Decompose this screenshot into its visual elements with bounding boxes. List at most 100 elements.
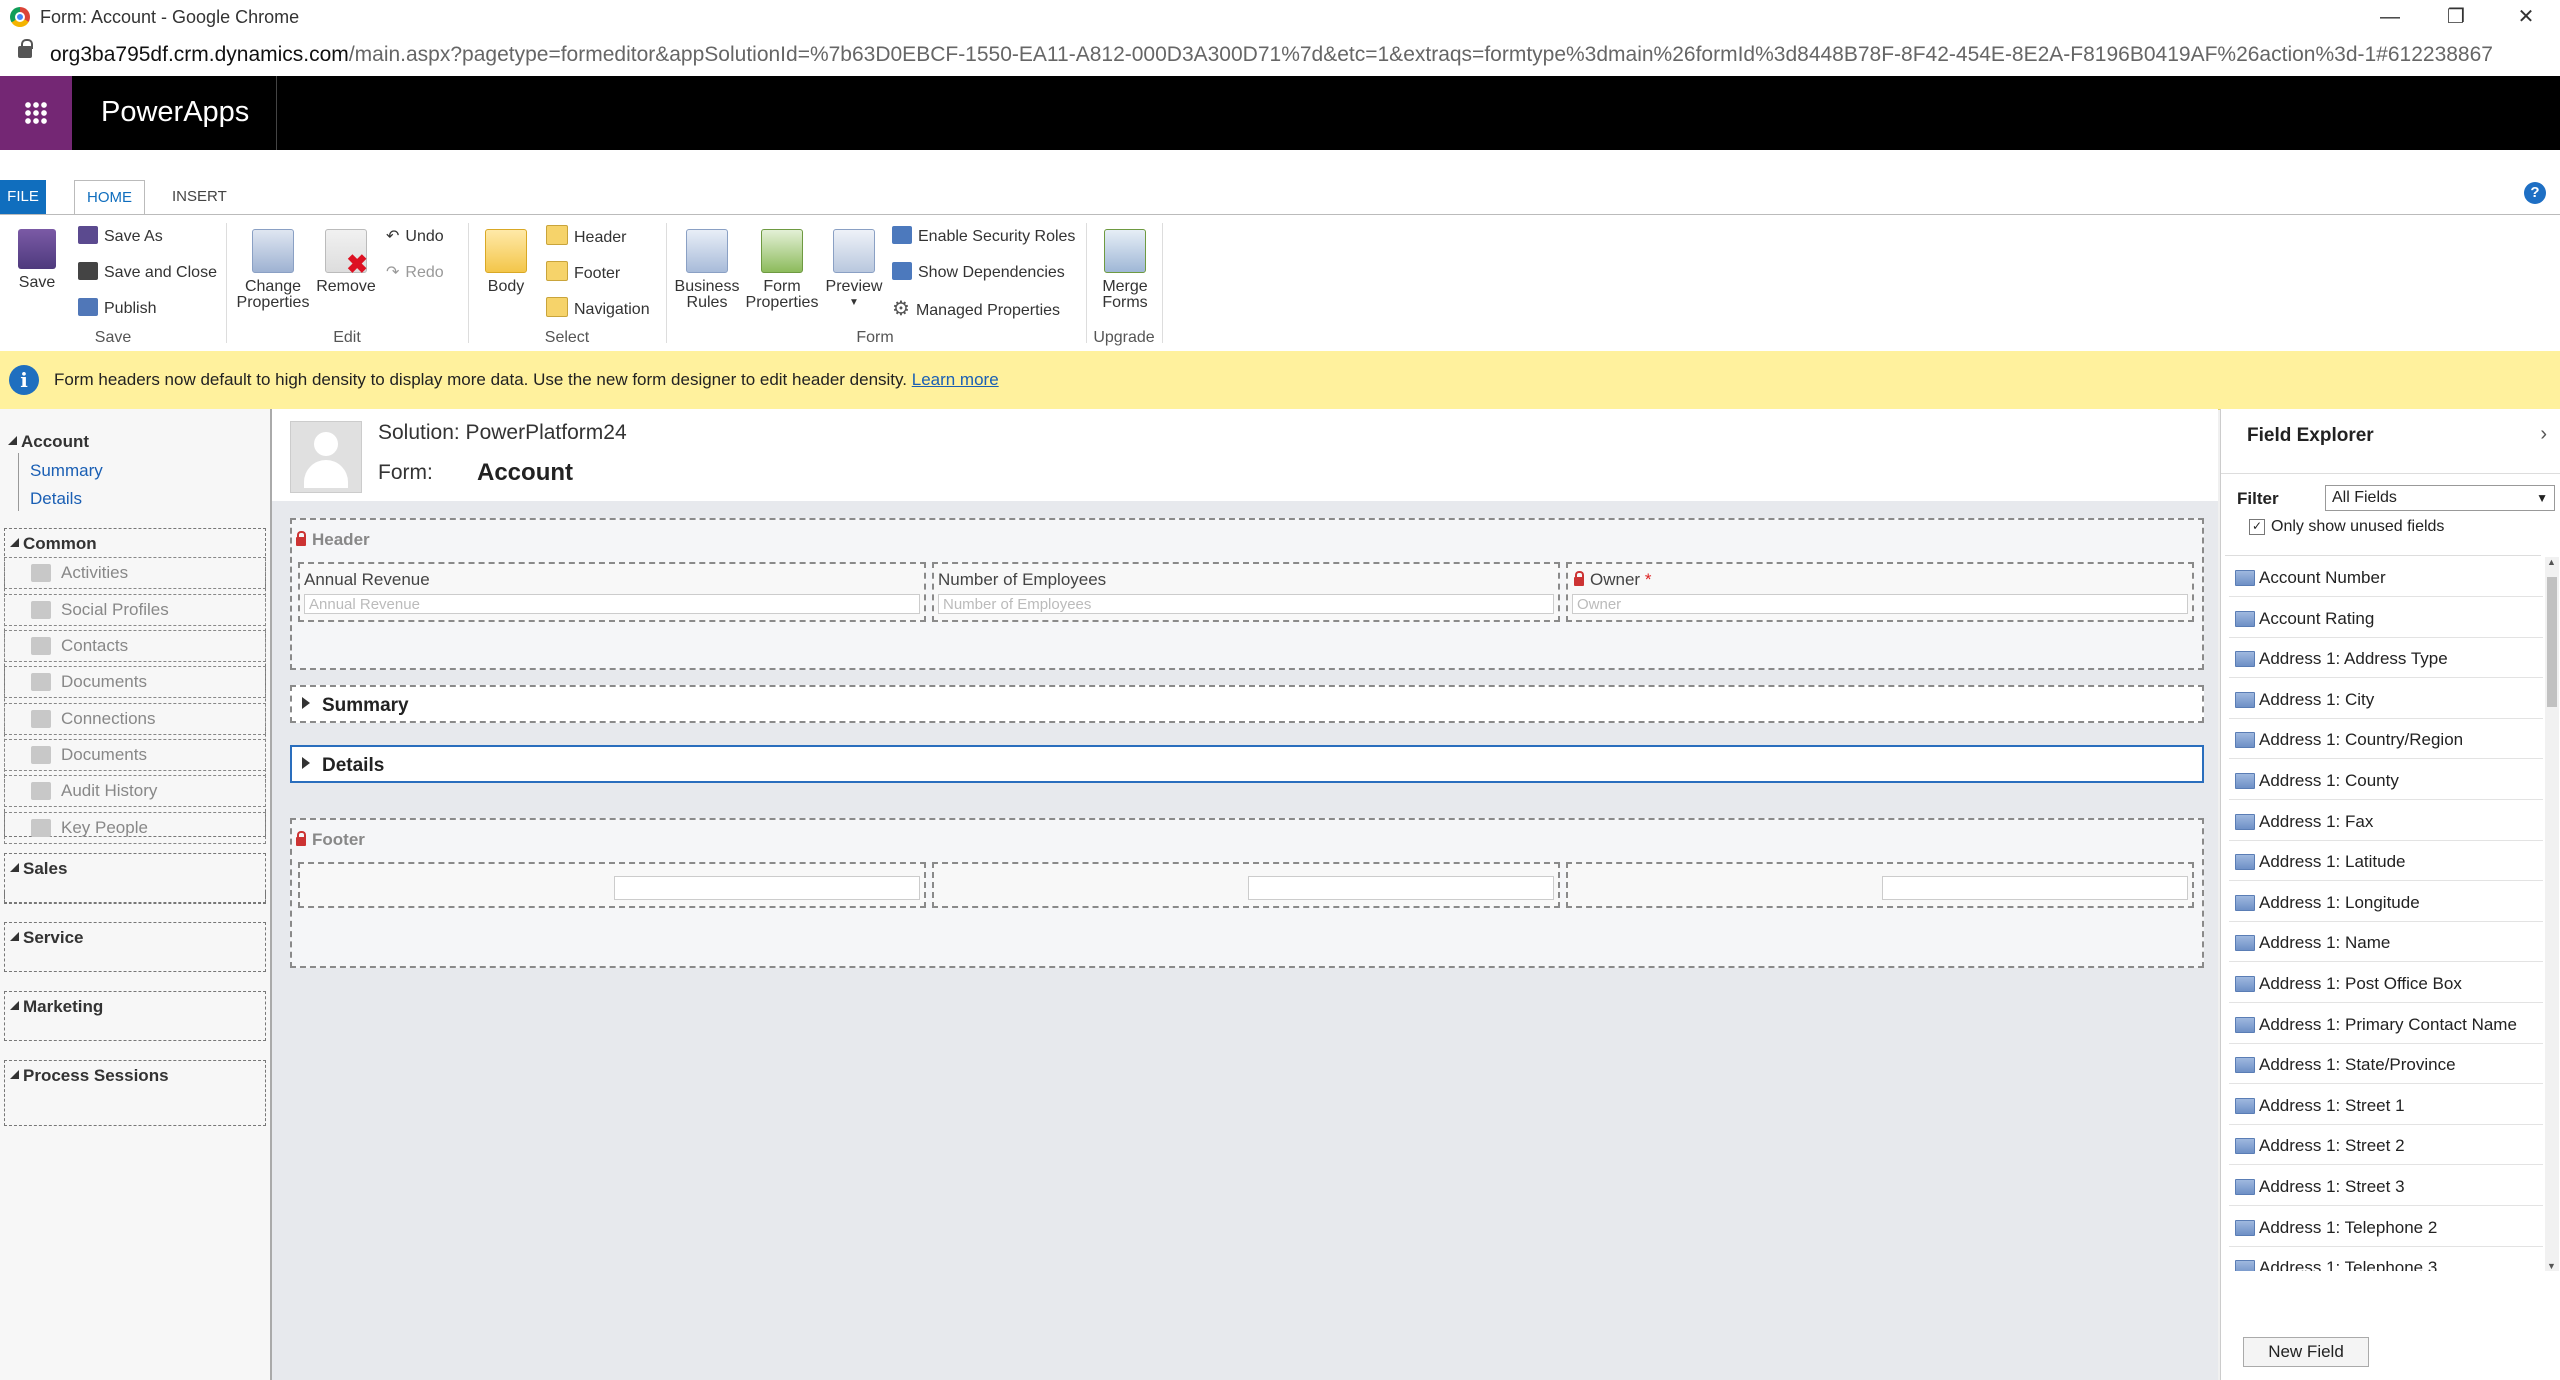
field-icon <box>2235 1219 2255 1236</box>
field-list-item[interactable]: Address 1: Street 3 <box>2229 1166 2543 1206</box>
field-list-item[interactable]: Address 1: State/Province <box>2229 1044 2543 1085</box>
app-launcher-button[interactable] <box>0 76 72 150</box>
nav-item-contacts[interactable]: Contacts <box>4 630 266 662</box>
nav-group-marketing-label: Marketing <box>10 997 103 1017</box>
form-info-header: Solution: PowerPlatform24 Form: Account <box>272 409 2218 501</box>
field-list-item[interactable]: Address 1: Post Office Box <box>2229 963 2543 1003</box>
preview-magnifier-icon <box>833 229 875 273</box>
new-field-button[interactable]: New Field <box>2243 1337 2369 1367</box>
field-list-item[interactable]: Address 1: Name <box>2229 922 2543 963</box>
form-properties-icon <box>761 229 803 273</box>
change-properties-button[interactable]: Change Properties <box>234 229 312 311</box>
upgrade-group-label: Upgrade <box>1093 329 1155 346</box>
field-list-item[interactable]: Address 1: City <box>2229 679 2543 719</box>
tab-file[interactable]: FILE <box>0 180 46 214</box>
undo-button[interactable]: ↶ Undo <box>386 225 444 249</box>
field-list-item[interactable]: Address 1: Street 2 <box>2229 1125 2543 1166</box>
navigation-button[interactable]: Navigation <box>546 297 650 321</box>
field-list-item[interactable]: Address 1: Longitude <box>2229 882 2543 922</box>
floppy-disk-icon <box>18 229 56 269</box>
nav-item-documents[interactable]: Documents <box>4 666 266 698</box>
nav-item-documents-2[interactable]: Documents <box>4 739 266 771</box>
scroll-up-icon[interactable]: ▲ <box>2547 557 2556 567</box>
security-roles-icon <box>892 226 912 244</box>
field-list-item[interactable]: Address 1: Primary Contact Name <box>2229 1004 2543 1044</box>
publish-button[interactable]: Publish <box>78 297 156 321</box>
url-text[interactable]: org3ba795df.crm.dynamics.com/main.aspx?p… <box>50 43 2493 67</box>
nav-link-details[interactable]: Details <box>30 489 82 509</box>
enable-security-roles-button[interactable]: Enable Security Roles <box>892 225 1075 249</box>
nav-item-activities[interactable]: Activities <box>4 557 266 589</box>
merge-forms-button[interactable]: Merge Forms <box>1094 229 1156 311</box>
lock-icon <box>1574 571 1584 586</box>
field-icon <box>2235 894 2255 911</box>
body-button[interactable]: Body <box>476 229 536 295</box>
nav-item-audit-history[interactable]: Audit History <box>4 775 266 807</box>
remove-button[interactable]: ✖ Remove <box>312 229 380 295</box>
chevron-right-icon[interactable]: › <box>2540 423 2547 446</box>
remove-icon: ✖ <box>325 229 368 277</box>
show-dependencies-button[interactable]: Show Dependencies <box>892 261 1065 285</box>
field-icon <box>2235 773 2255 789</box>
form-tab-summary[interactable]: Summary <box>290 685 2204 723</box>
lock-icon <box>296 531 306 546</box>
save-button[interactable]: Save <box>14 229 60 291</box>
footer-slot-2[interactable] <box>932 862 1560 908</box>
tab-insert[interactable]: INSERT <box>160 180 239 214</box>
header-button[interactable]: Header <box>546 225 626 249</box>
header-field-annual-revenue[interactable]: Annual Revenue Annual Revenue <box>298 562 926 622</box>
field-list-item[interactable]: Address 1: Street 1 <box>2229 1085 2543 1125</box>
header-field-number-of-employees[interactable]: Number of Employees Number of Employees <box>932 562 1560 622</box>
nav-entity-heading[interactable]: Account <box>8 432 89 452</box>
field-list-item[interactable]: Account Rating <box>2229 598 2543 638</box>
tab-home[interactable]: HOME <box>74 180 145 216</box>
form-footer-section[interactable]: Footer <box>290 818 2204 968</box>
save-group-label: Save <box>94 329 132 346</box>
footer-slot-3[interactable] <box>1566 862 2194 908</box>
footer-slot-1[interactable] <box>298 862 926 908</box>
footer-button[interactable]: Footer <box>546 261 620 285</box>
field-list-item[interactable]: Account Number <box>2229 557 2543 597</box>
only-unused-checkbox[interactable]: ✓ <box>2249 519 2265 535</box>
save-as-button[interactable]: Save As <box>78 225 163 249</box>
nav-item-social-profiles[interactable]: Social Profiles <box>4 594 266 626</box>
help-icon[interactable]: ? <box>2524 182 2546 204</box>
redo-button[interactable]: ↷ Redo <box>386 261 444 285</box>
nav-item-key-people[interactable]: Key People <box>4 812 266 844</box>
form-tab-details[interactable]: Details <box>290 745 2204 783</box>
filter-select[interactable]: All Fields ▼ <box>2325 485 2555 511</box>
field-list-item[interactable]: Address 1: Country/Region <box>2229 719 2543 760</box>
field-list-item[interactable]: Address 1: County <box>2229 760 2543 800</box>
close-window-icon[interactable]: ✕ <box>2496 0 2556 34</box>
expand-icon <box>302 757 310 769</box>
expand-icon <box>302 697 310 709</box>
form-label: Form: <box>378 461 433 484</box>
field-list-item[interactable]: Address 1: Latitude <box>2229 841 2543 882</box>
field-list-item[interactable]: Address 1: Address Type <box>2229 638 2543 679</box>
preview-button[interactable]: Preview ▼ <box>822 229 886 311</box>
nav-group-sales-label: Sales <box>10 859 67 879</box>
learn-more-link[interactable]: Learn more <box>912 370 999 389</box>
minimize-icon[interactable]: — <box>2360 0 2420 34</box>
field-explorer-title: Field Explorer <box>2247 425 2374 446</box>
field-list-scrollbar[interactable]: ▲ ▼ <box>2545 557 2559 1271</box>
field-list-item[interactable]: Address 1: Fax <box>2229 801 2543 841</box>
nav-item-connections[interactable]: Connections <box>4 703 266 735</box>
field-list-item[interactable]: Address 1: Telephone 2 <box>2229 1207 2543 1247</box>
form-properties-button[interactable]: Form Properties <box>742 229 822 311</box>
field-list-item[interactable]: Address 1: Telephone 3 <box>2229 1247 2543 1271</box>
form-header-section[interactable]: Header Annual Revenue Annual Revenue Num… <box>290 518 2204 670</box>
undo-icon: ↶ <box>386 228 400 245</box>
field-icon <box>2235 813 2255 830</box>
nav-link-summary[interactable]: Summary <box>30 461 103 481</box>
scroll-down-icon[interactable]: ▼ <box>2547 1261 2556 1271</box>
address-bar[interactable]: org3ba795df.crm.dynamics.com/main.aspx?p… <box>0 34 2560 77</box>
header-field-owner[interactable]: Owner * Owner <box>1566 562 2194 622</box>
business-rules-button[interactable]: Business Rules <box>674 229 740 311</box>
header-icon <box>546 225 568 245</box>
scrollbar-thumb[interactable] <box>2547 577 2557 707</box>
restore-icon[interactable]: ❐ <box>2426 0 2486 34</box>
save-and-close-button[interactable]: Save and Close <box>78 261 217 285</box>
managed-properties-button[interactable]: ⚙ Managed Properties <box>892 297 1060 321</box>
field-icon <box>2235 1016 2255 1033</box>
